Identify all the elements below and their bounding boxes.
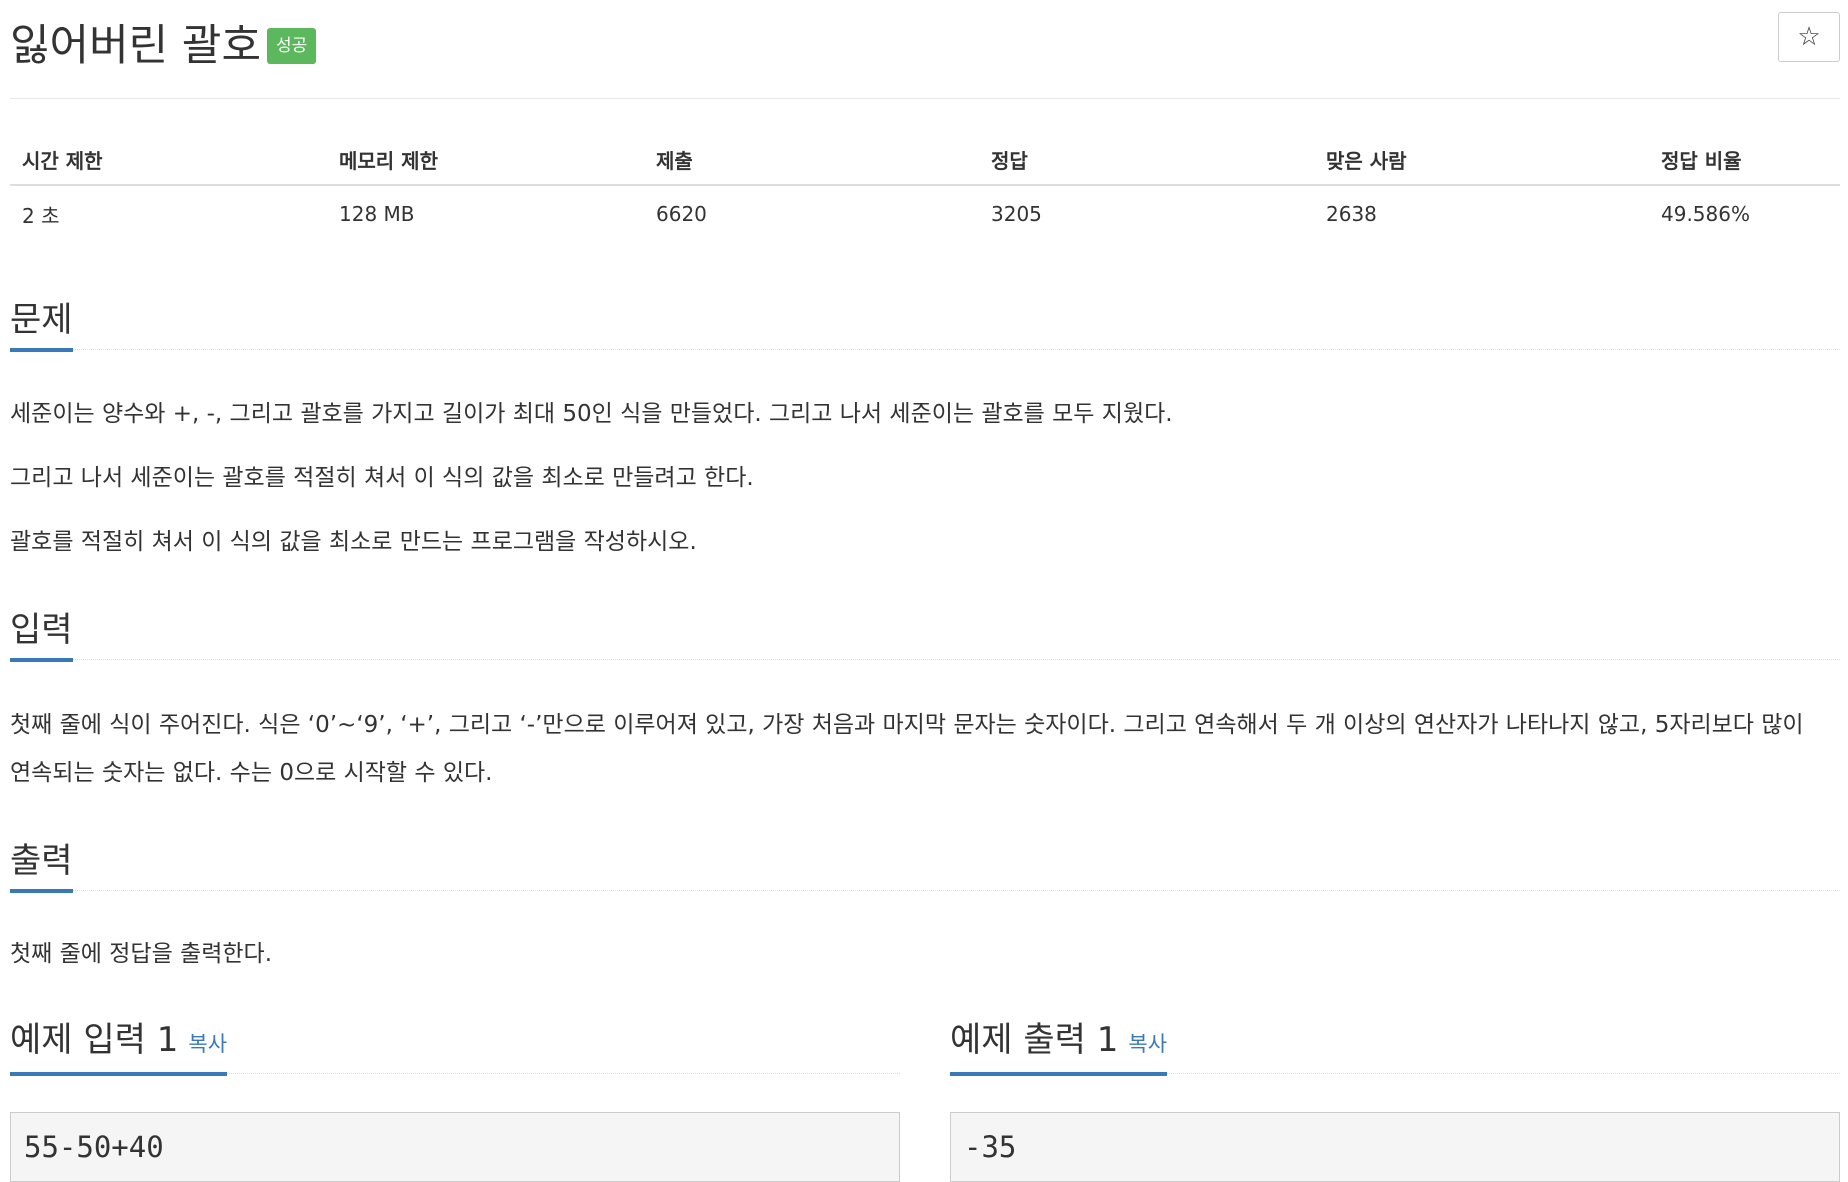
problem-page: 잃어버린 괄호 성공 ☆ 시간 제한 메모리 제한 제출 정답 맞은 사람 정답… bbox=[0, 0, 1848, 1182]
col-solved-users: 맞은 사람 bbox=[1314, 134, 1649, 186]
sample-output-header: 예제 출력 1 복사 bbox=[950, 1019, 1840, 1076]
sample-input-box[interactable]: 55-50+40 bbox=[10, 1112, 900, 1182]
output-section-title: 출력 bbox=[10, 841, 73, 893]
sample-output-box[interactable]: -35 bbox=[950, 1112, 1840, 1182]
status-badge: 성공 bbox=[267, 28, 317, 64]
star-icon: ☆ bbox=[1797, 22, 1821, 52]
value-accept-ratio: 49.586% bbox=[1661, 202, 1750, 226]
output-paragraph: 첫째 줄에 정답을 출력한다. bbox=[10, 941, 273, 967]
sample-input-copy-link[interactable]: 복사 bbox=[188, 1032, 227, 1056]
sample-input-title: 예제 입력 1 복사 bbox=[10, 1020, 228, 1076]
problem-paragraph-1: 세준이는 양수와 +, -, 그리고 괄호를 가지고 길이가 최대 50인 식을… bbox=[10, 401, 1173, 427]
sample-input-title-text: 예제 입력 1 bbox=[10, 1020, 179, 1060]
problem-paragraph-2: 그리고 나서 세준이는 괄호를 적절히 쳐서 이 식의 값을 최소로 만들려고 … bbox=[10, 465, 754, 491]
output-section-header: 출력 bbox=[10, 836, 1840, 893]
value-memory-limit: 128 MB bbox=[339, 202, 415, 226]
input-paragraph: 첫째 줄에 식이 주어진다. 식은 ‘0’~‘9’, ‘+’, 그리고 ‘-’만… bbox=[10, 712, 1804, 786]
value-time-limit: 2 초 bbox=[22, 203, 60, 228]
value-accepted: 3205 bbox=[991, 202, 1042, 226]
info-header-row: 시간 제한 메모리 제한 제출 정답 맞은 사람 정답 비율 bbox=[10, 134, 1840, 186]
problem-title: 잃어버린 괄호 bbox=[10, 21, 262, 71]
col-submissions: 제출 bbox=[644, 134, 979, 186]
problem-section-title: 문제 bbox=[10, 300, 73, 352]
value-submissions: 6620 bbox=[656, 202, 707, 226]
problem-paragraph-3: 괄호를 적절히 쳐서 이 식의 값을 최소로 만드는 프로그램을 작성하시오. bbox=[10, 529, 697, 555]
problem-section-header: 문제 bbox=[10, 295, 1840, 352]
col-accepted: 정답 bbox=[979, 134, 1314, 186]
sample-output-copy-link[interactable]: 복사 bbox=[1128, 1032, 1167, 1056]
info-value-row: 2 초 128 MB 6620 3205 2638 49.586% bbox=[10, 185, 1840, 242]
sample-input-header: 예제 입력 1 복사 bbox=[10, 1019, 900, 1076]
favorite-button[interactable]: ☆ bbox=[1778, 12, 1840, 62]
col-time-limit: 시간 제한 bbox=[10, 134, 327, 186]
input-section-header: 입력 bbox=[10, 605, 1840, 662]
col-memory-limit: 메모리 제한 bbox=[327, 134, 644, 186]
problem-info-table: 시간 제한 메모리 제한 제출 정답 맞은 사람 정답 비율 2 초 128 M… bbox=[10, 134, 1840, 242]
sample-output-title: 예제 출력 1 복사 bbox=[950, 1020, 1168, 1076]
sample-output-title-text: 예제 출력 1 bbox=[950, 1020, 1119, 1060]
value-solved-users: 2638 bbox=[1326, 202, 1377, 226]
col-accept-ratio: 정답 비율 bbox=[1649, 134, 1840, 186]
problem-header: 잃어버린 괄호 성공 ☆ bbox=[10, 10, 1840, 99]
input-section-title: 입력 bbox=[10, 610, 73, 662]
